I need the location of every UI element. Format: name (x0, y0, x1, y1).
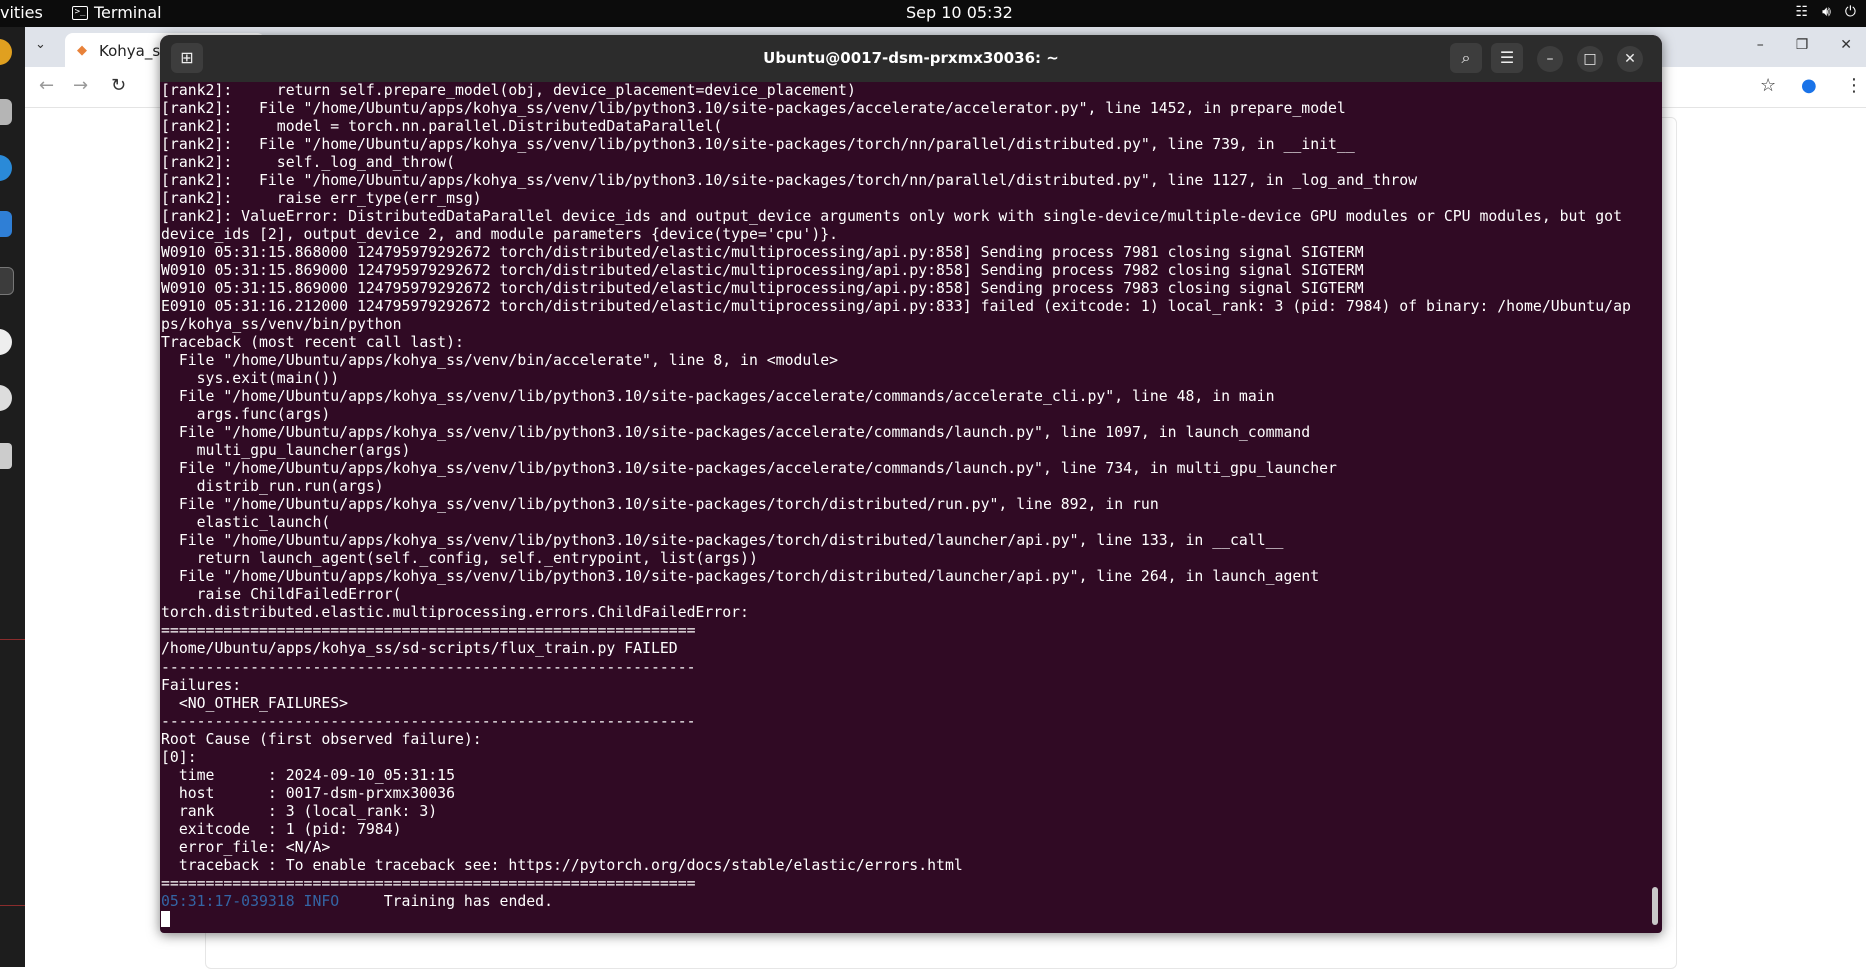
vscode-icon[interactable] (0, 211, 12, 237)
close-icon[interactable]: ✕ (1840, 37, 1852, 53)
favicon-icon: ◆ (77, 43, 87, 58)
terminal-line: [0]: (161, 748, 197, 766)
network-icon: ☷ (1795, 4, 1809, 20)
top-bar: vities >_ Terminal Sep 10 05:32 ☷ 🔊︎ ⏻ (0, 0, 1866, 27)
system-tray[interactable]: ☷ 🔊︎ ⏻ (1796, 4, 1856, 20)
terminal-window: ⊞ Ubuntu@0017-dsm-prxmx30036: ~ ⌕ ☰ – □ … (160, 35, 1662, 933)
terminal-line: File "/home/Ubuntu/apps/kohya_ss/venv/li… (161, 460, 1337, 478)
terminal-line: raise ChildFailedError( (161, 586, 402, 604)
terminal-line: File "/home/Ubuntu/apps/kohya_ss/venv/bi… (161, 352, 839, 370)
minimize-icon[interactable]: – (1757, 37, 1764, 53)
log-message: Training has ended. (339, 892, 553, 910)
activities-button[interactable]: vities (0, 3, 43, 22)
back-icon[interactable]: ← (39, 75, 54, 96)
terminal-line: [rank2]: raise err_type(err_msg) (161, 190, 482, 208)
terminal-line: <NO_OTHER_FAILURES> (161, 694, 349, 712)
bookmark-star-icon[interactable]: ☆ (1760, 75, 1776, 96)
software-icon[interactable] (0, 329, 12, 355)
terminal-line: W0910 05:31:15.868000 124795979292672 to… (161, 244, 1364, 262)
terminal-text: [rank2]: return self.prepare_model(obj, … (161, 82, 1645, 929)
browser-window-controls: – ❐ ✕ (1757, 37, 1866, 53)
terminal-line: rank : 3 (local_rank: 3) (161, 802, 438, 820)
terminal-line: traceback : To enable traceback see: htt… (161, 856, 963, 874)
dock-separator (0, 905, 25, 906)
terminal-line: device_ids [2], output_device 2, and mod… (161, 226, 839, 244)
terminal-line: [rank2]: model = torch.nn.parallel.Distr… (161, 118, 723, 136)
terminal-line: File "/home/Ubuntu/apps/kohya_ss/venv/li… (161, 424, 1311, 442)
terminal-line: Traceback (most recent call last): (161, 334, 464, 352)
terminal-line: File "/home/Ubuntu/apps/kohya_ss/venv/li… (161, 388, 1275, 406)
power-icon: ⏻ (1844, 4, 1856, 20)
terminal-line: E0910 05:31:16.212000 124795979292672 to… (161, 298, 1631, 316)
dock-separator (0, 639, 25, 640)
terminal-line: torch.distributed.elastic.multiprocessin… (161, 604, 749, 622)
terminal-line: [rank2]: File "/home/Ubuntu/apps/kohya_s… (161, 100, 1346, 118)
app-name: Terminal (94, 3, 162, 22)
thunderbird-icon[interactable] (0, 155, 12, 181)
terminal-line: [rank2]: File "/home/Ubuntu/apps/kohya_s… (161, 136, 1355, 154)
terminal-line: File "/home/Ubuntu/apps/kohya_ss/venv/li… (161, 568, 1320, 586)
info-log-line: 05:31:17-039318 INFO Training has ended. (161, 893, 1645, 911)
terminal-output[interactable]: [rank2]: return self.prepare_model(obj, … (161, 82, 1651, 927)
text-cursor (161, 910, 170, 927)
terminal-line: /home/Ubuntu/apps/kohya_ss/sd-scripts/fl… (161, 640, 678, 658)
terminal-line: [rank2]: ValueError: DistributedDataPara… (161, 208, 1622, 226)
chrome-icon[interactable] (0, 39, 12, 65)
close-button[interactable]: ✕ (1617, 46, 1643, 72)
terminal-line: ps/kohya_ss/venv/bin/python (161, 316, 402, 334)
minimize-button[interactable]: – (1537, 46, 1563, 72)
maximize-button[interactable]: □ (1577, 46, 1603, 72)
trash-icon[interactable] (0, 443, 12, 469)
terminal-scrollbar[interactable] (1652, 887, 1658, 925)
log-timestamp: 05:31:17-039318 (161, 892, 295, 910)
terminal-line: return launch_agent(self._config, self._… (161, 550, 758, 568)
menu-icon[interactable]: ⋮ (1845, 75, 1863, 96)
terminal-line: exitcode : 1 (pid: 7984) (161, 820, 402, 838)
reload-icon[interactable]: ↻ (111, 75, 126, 96)
terminal-line: ========================================… (161, 622, 696, 640)
terminal-line: multi_gpu_launcher(args) (161, 442, 411, 460)
terminal-line: sys.exit(main()) (161, 370, 340, 388)
terminal-line: [rank2]: File "/home/Ubuntu/apps/kohya_s… (161, 172, 1418, 190)
terminal-line: ----------------------------------------… (161, 658, 696, 676)
help-icon[interactable] (0, 385, 12, 411)
terminal-line: File "/home/Ubuntu/apps/kohya_ss/venv/li… (161, 532, 1284, 550)
terminal-dock-icon[interactable] (0, 267, 14, 295)
volume-icon: 🔊︎ (1822, 4, 1831, 20)
terminal-line: W0910 05:31:15.869000 124795979292672 to… (161, 280, 1364, 298)
terminal-line: [rank2]: return self.prepare_model(obj, … (161, 82, 856, 99)
profile-icon[interactable]: ● (1801, 75, 1817, 96)
browser-tab-title: Kohya_ss (99, 42, 168, 60)
terminal-line: args.func(args) (161, 406, 331, 424)
prompt-line (161, 910, 1645, 929)
terminal-line: File "/home/Ubuntu/apps/kohya_ss/venv/li… (161, 496, 1159, 514)
terminal-line: error_file: <N/A> (161, 838, 331, 856)
files-icon[interactable] (0, 99, 12, 125)
terminal-line: distrib_run.run(args) (161, 478, 384, 496)
terminal-title: Ubuntu@0017-dsm-prxmx30036: ~ (763, 49, 1059, 67)
terminal-icon: >_ (72, 5, 88, 20)
terminal-line: Root Cause (first observed failure): (161, 730, 482, 748)
terminal-line: elastic_launch( (161, 514, 331, 532)
app-menu[interactable]: >_ Terminal (72, 3, 162, 22)
forward-icon[interactable]: → (73, 75, 88, 96)
terminal-line: [rank2]: self._log_and_throw( (161, 154, 455, 172)
tab-search-chevron-icon[interactable]: ⌄ (35, 37, 46, 52)
hamburger-menu-icon[interactable]: ☰ (1491, 43, 1523, 73)
log-level: INFO (294, 892, 340, 910)
terminal-line: time : 2024-09-10_05:31:15 (161, 766, 455, 784)
terminal-line: ----------------------------------------… (161, 712, 696, 730)
terminal-line: host : 0017-dsm-prxmx30036 (161, 784, 455, 802)
restore-icon[interactable]: ❐ (1796, 37, 1809, 53)
terminal-line: W0910 05:31:15.869000 124795979292672 to… (161, 262, 1364, 280)
terminal-headerbar: ⊞ Ubuntu@0017-dsm-prxmx30036: ~ ⌕ ☰ – □ … (160, 35, 1662, 82)
terminal-line: Failures: (161, 676, 242, 694)
terminal-line: ========================================… (161, 874, 696, 892)
dock (0, 27, 25, 967)
search-icon[interactable]: ⌕ (1450, 43, 1482, 73)
clock[interactable]: Sep 10 05:32 (906, 3, 1013, 22)
